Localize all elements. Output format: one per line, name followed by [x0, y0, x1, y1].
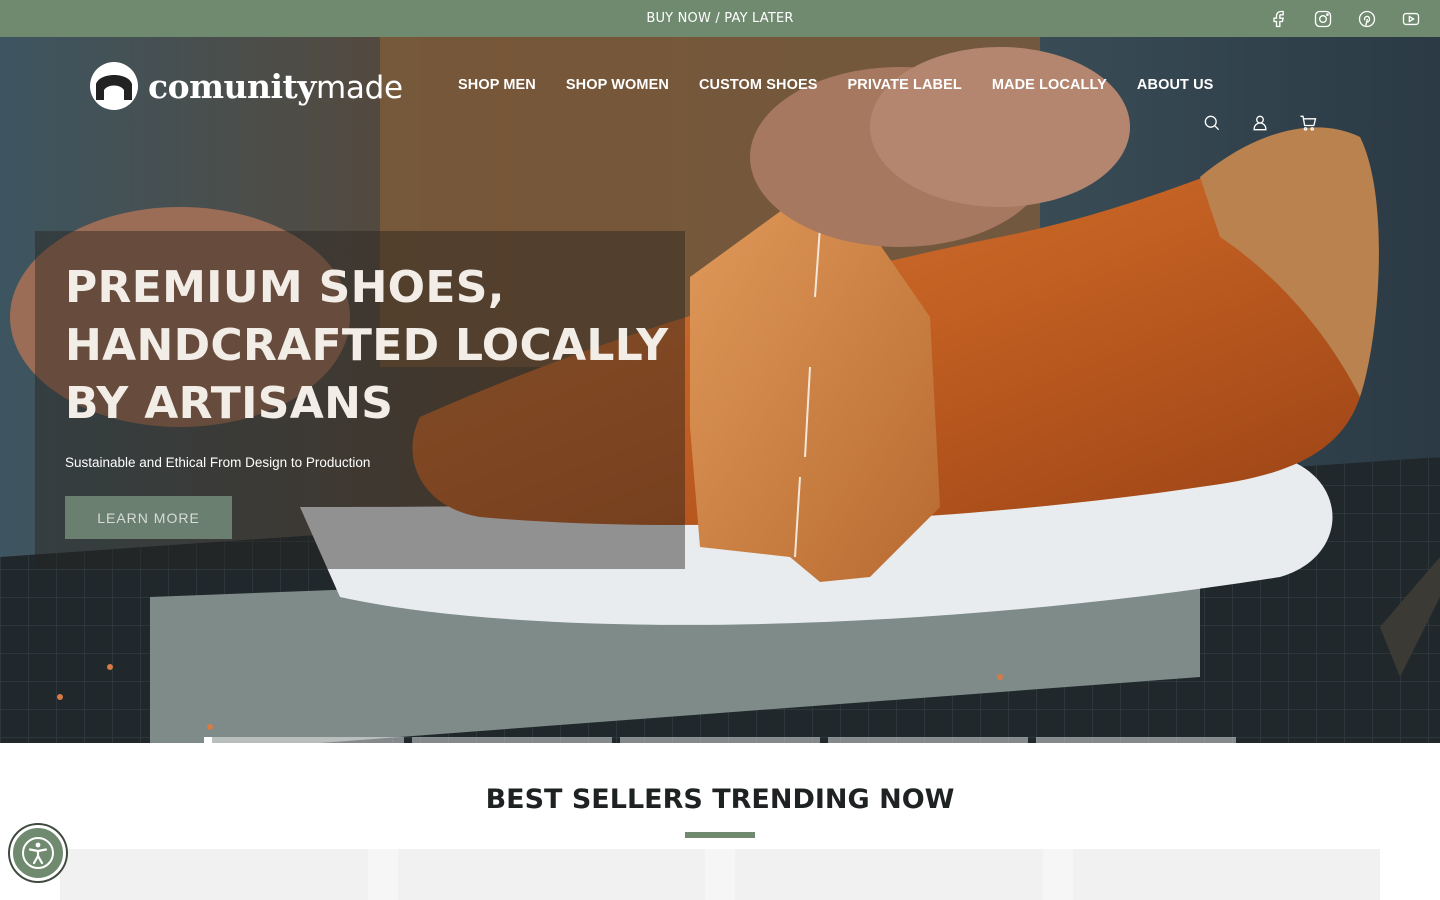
youtube-icon[interactable] [1400, 8, 1422, 30]
product-grid [60, 849, 1380, 900]
nav-about-us[interactable]: ABOUT US [1137, 73, 1214, 97]
product-card[interactable] [398, 849, 735, 900]
product-card[interactable] [735, 849, 1073, 900]
search-icon[interactable] [1200, 111, 1224, 135]
accessibility-button[interactable] [10, 825, 66, 881]
title-underline [685, 832, 755, 838]
main-nav: SHOP MEN SHOP WOMEN CUSTOM SHOES PRIVATE… [458, 73, 1213, 97]
slide-indicator-2[interactable] [412, 737, 612, 743]
product-card[interactable] [60, 849, 398, 900]
hero-slideshow: comunity made SHOP MEN SHOP WOMEN CUSTOM… [0, 37, 1440, 743]
slide-indicator-1[interactable] [204, 737, 404, 743]
best-sellers-title: BEST SELLERS TRENDING NOW [485, 784, 955, 815]
slide-indicator-5[interactable] [1036, 737, 1236, 743]
nav-made-locally[interactable]: MADE LOCALLY [992, 73, 1107, 97]
slide-indicator-3[interactable] [620, 737, 820, 743]
product-card[interactable] [1073, 849, 1381, 900]
hero-subline: Sustainable and Ethical From Design to P… [65, 455, 371, 470]
logo-wordmark: comunity made [148, 67, 403, 106]
hero-headline: PREMIUM SHOES, HANDCRAFTED LOCALLY BY AR… [65, 262, 669, 429]
pinterest-icon[interactable] [1356, 8, 1378, 30]
learn-more-button[interactable]: LEARN MORE [65, 496, 232, 539]
nav-custom-shoes[interactable]: CUSTOM SHOES [699, 73, 818, 97]
nav-shop-women[interactable]: SHOP WOMEN [566, 73, 669, 97]
facebook-icon[interactable] [1268, 8, 1290, 30]
nav-private-label[interactable]: PRIVATE LABEL [848, 73, 962, 97]
logo-word-bold: comunity [148, 66, 316, 106]
cart-icon[interactable] [1296, 111, 1320, 135]
slide-indicators [204, 737, 1236, 743]
logo-mark-icon [90, 62, 138, 110]
logo-word-light: made [315, 69, 403, 106]
nav-shop-men[interactable]: SHOP MEN [458, 73, 536, 97]
social-links [1268, 0, 1422, 37]
accessibility-icon [22, 837, 54, 869]
header-actions [1200, 111, 1320, 135]
announcement-bar: BUY NOW / PAY LATER [0, 0, 1440, 37]
instagram-icon[interactable] [1312, 8, 1334, 30]
hero-text-panel: PREMIUM SHOES, HANDCRAFTED LOCALLY BY AR… [35, 231, 685, 569]
account-icon[interactable] [1248, 111, 1272, 135]
announcement-text[interactable]: BUY NOW / PAY LATER [646, 11, 793, 26]
slide-indicator-4[interactable] [828, 737, 1028, 743]
site-header: comunity made SHOP MEN SHOP WOMEN CUSTOM… [0, 37, 1440, 137]
brand-logo[interactable]: comunity made [90, 62, 403, 110]
